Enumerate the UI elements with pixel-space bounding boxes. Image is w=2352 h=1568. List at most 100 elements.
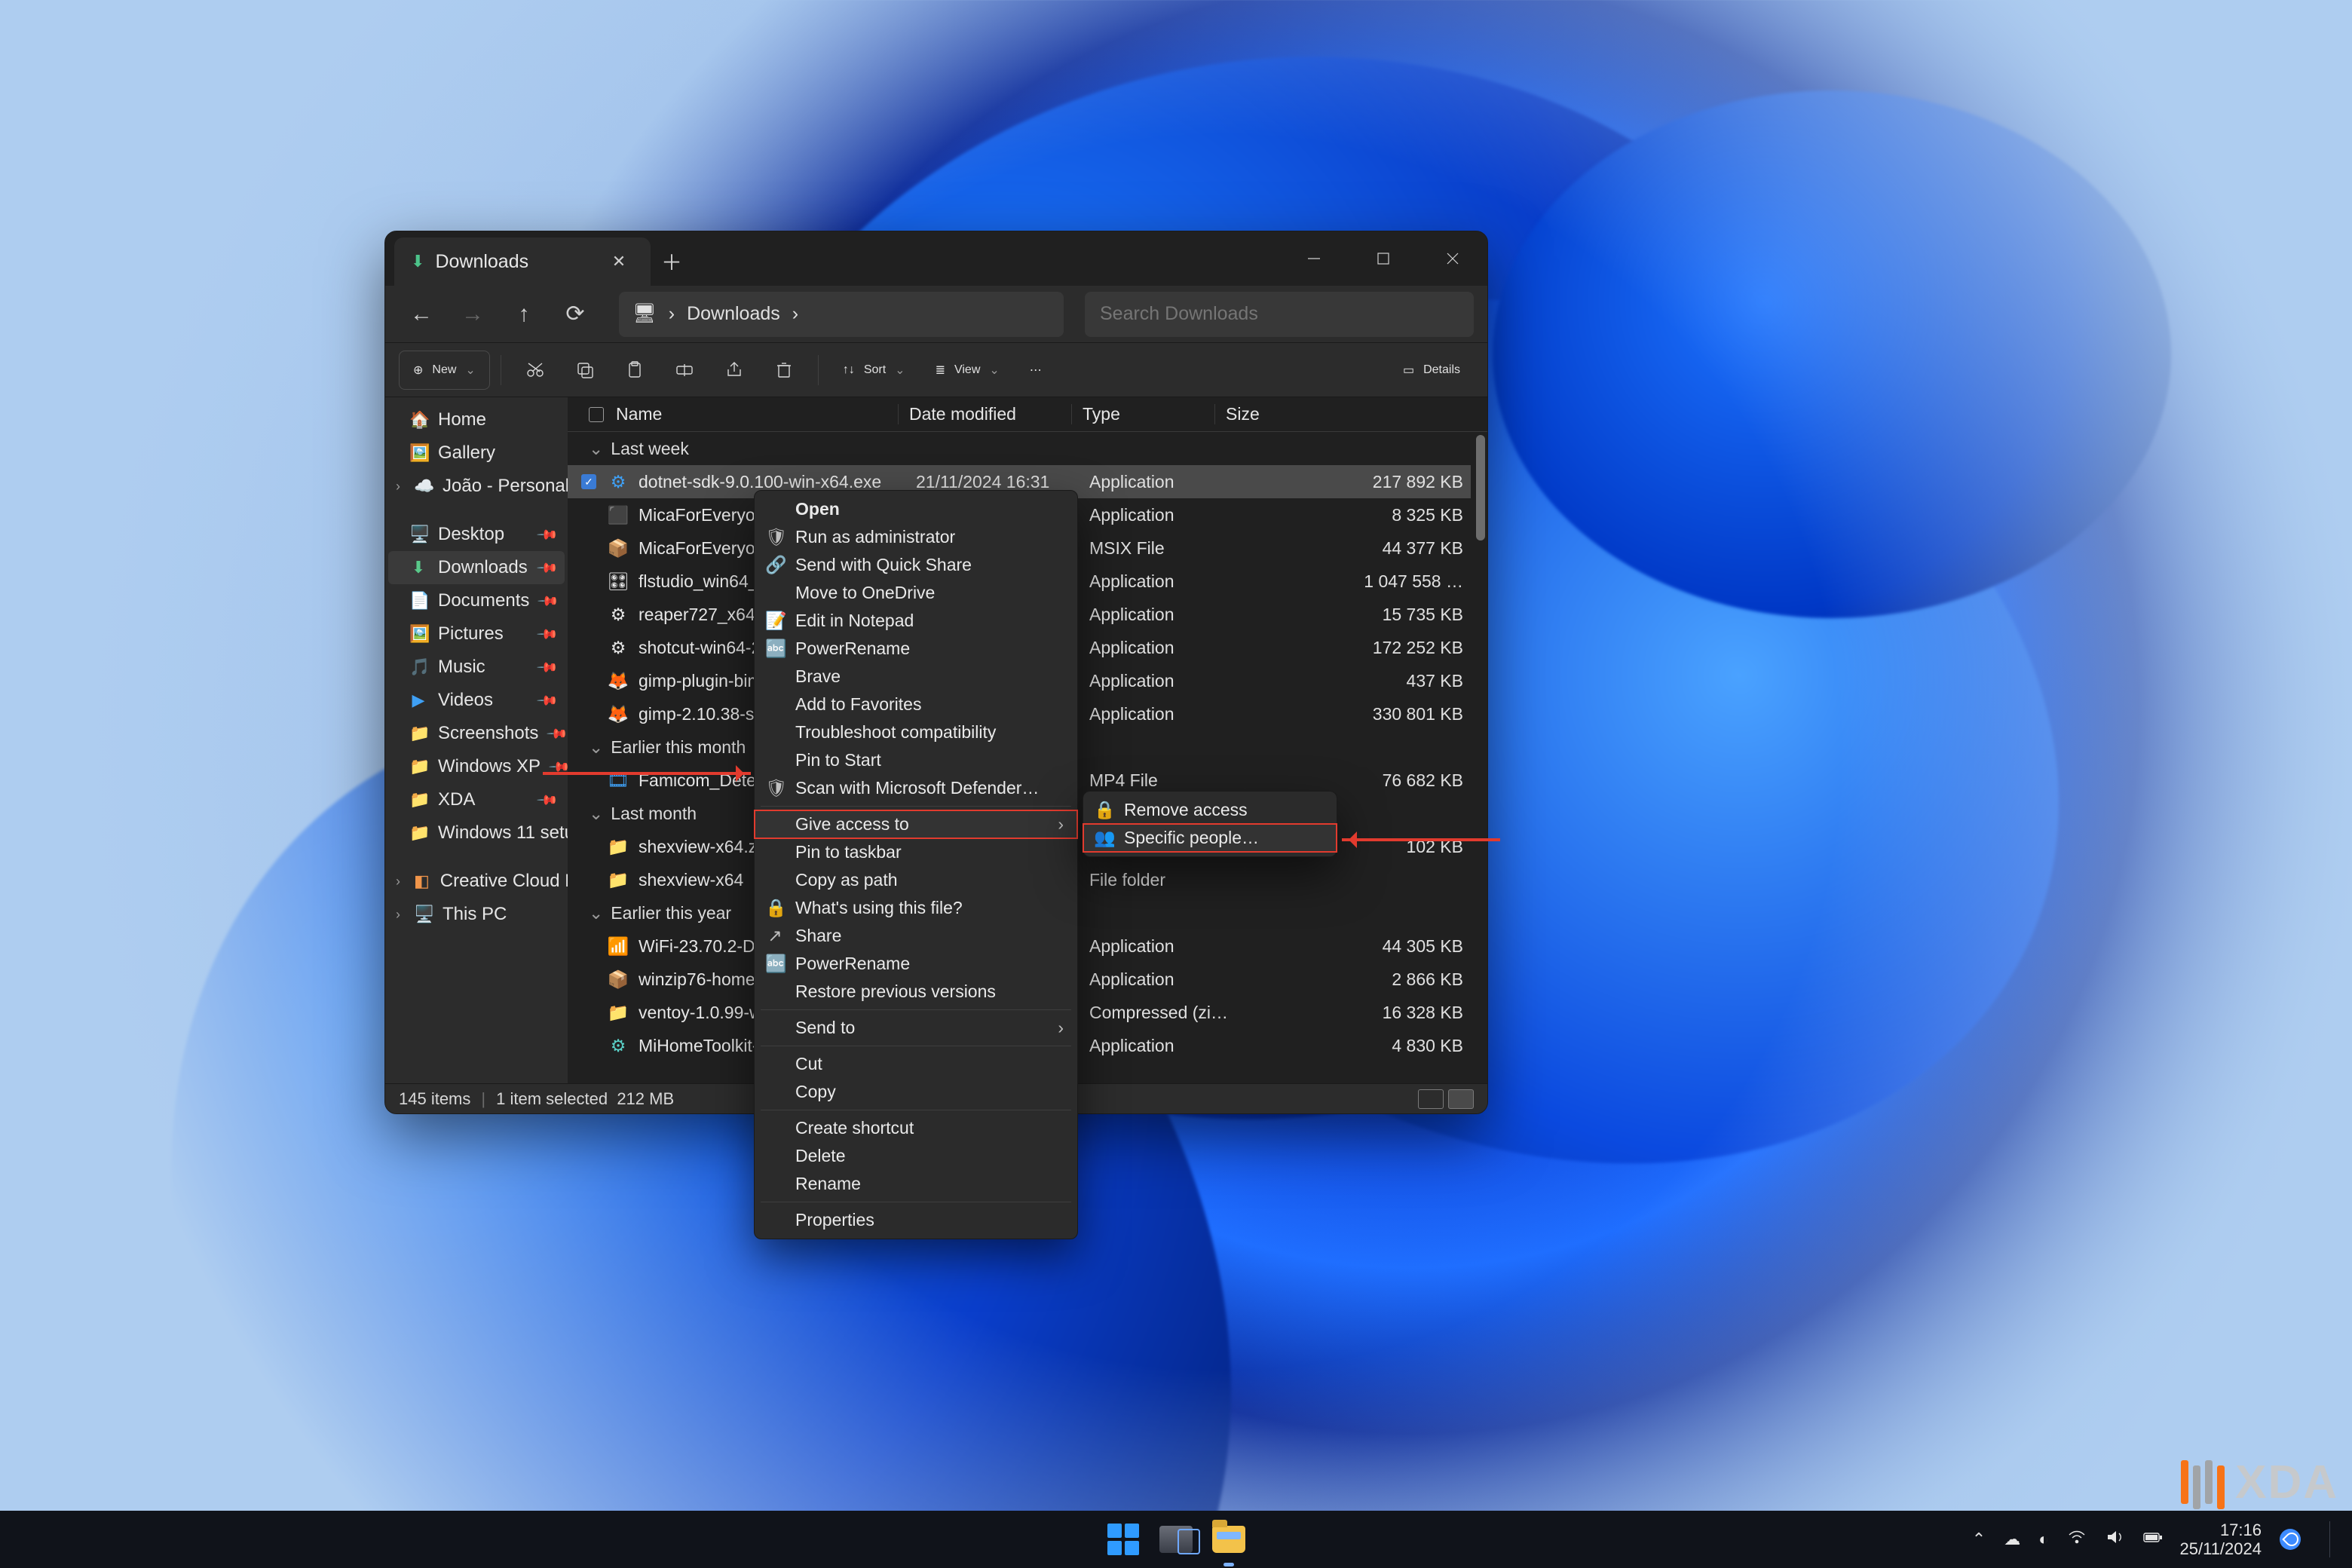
col-name[interactable]: Name [616, 404, 662, 424]
volume-tray-icon[interactable] [2105, 1527, 2124, 1551]
taskbar-clock[interactable]: 17:16 25/11/2024 [2180, 1521, 2262, 1559]
scrollbar-thumb[interactable] [1476, 435, 1485, 541]
menu-item-rename[interactable]: Rename [755, 1170, 1077, 1198]
menu-item-restore-previous-versions[interactable]: Restore previous versions [755, 978, 1077, 1006]
menu-item-powerrename[interactable]: 🔤PowerRename [755, 635, 1077, 663]
menu-item-create-shortcut[interactable]: Create shortcut [755, 1114, 1077, 1142]
refresh-button[interactable]: ⟳ [553, 292, 598, 337]
group-header[interactable]: ⌄Last week [568, 432, 1471, 465]
battery-tray-icon[interactable] [2142, 1527, 2162, 1551]
start-button[interactable] [1104, 1520, 1143, 1559]
sidebar-item-downloads[interactable]: ⬇Downloads📌 [388, 551, 565, 584]
onedrive-tray-icon[interactable]: ☁ [2004, 1530, 2020, 1549]
taskbar[interactable]: ⌃ ☁ ◐ 17:16 25/11/2024 [0, 1511, 2352, 1568]
pc-icon: 🖥️ [414, 905, 432, 924]
menu-item-delete[interactable]: Delete [755, 1142, 1077, 1170]
menu-item-move-to-onedrive[interactable]: Move to OneDrive [755, 579, 1077, 607]
column-headers[interactable]: Name Date modified Type Size [568, 397, 1487, 432]
sidebar-item-windows-11-setu[interactable]: 📁Windows 11 setu📌 [388, 816, 565, 850]
menu-glyph-icon: 🔤 [765, 639, 785, 659]
sidebar-home[interactable]: 🏠Home [388, 403, 565, 436]
tray-overflow-button[interactable]: ⌃ [1972, 1530, 1986, 1549]
view-button[interactable]: ≣View⌄ [922, 351, 1013, 390]
menu-item-copy[interactable]: Copy [755, 1078, 1077, 1106]
view-thumbnails-button[interactable] [1418, 1089, 1444, 1109]
file-type: Application [1089, 605, 1240, 625]
notifications-button[interactable] [2280, 1529, 2301, 1550]
sort-button[interactable]: ↑↓Sort⌄ [829, 351, 919, 390]
menu-item-powerrename[interactable]: 🔤PowerRename [755, 950, 1077, 978]
menu-item-copy-as-path[interactable]: Copy as path [755, 866, 1077, 894]
col-size[interactable]: Size [1226, 404, 1260, 424]
menu-item-pin-to-taskbar[interactable]: Pin to taskbar [755, 838, 1077, 866]
menu-item-open[interactable]: Open [755, 495, 1077, 523]
menu-item-send-to[interactable]: Send to› [755, 1014, 1077, 1042]
sidebar-item-pictures[interactable]: 🖼️Pictures📌 [388, 617, 565, 651]
up-button[interactable]: ↑ [501, 292, 547, 337]
new-button[interactable]: ⊕ New ⌄ [399, 351, 490, 390]
context-menu[interactable]: Open🛡Run as administrator🔗Send with Quic… [754, 490, 1078, 1239]
sidebar-item-documents[interactable]: 📄Documents📌 [388, 584, 565, 617]
menu-item-add-to-favorites[interactable]: Add to Favorites [755, 691, 1077, 718]
status-tray-icon[interactable]: ◐ [2038, 1530, 2048, 1549]
menu-item-share[interactable]: ↗Share [755, 922, 1077, 950]
menu-item-properties[interactable]: Properties [755, 1206, 1077, 1234]
xda-logo-icon [2179, 1460, 2225, 1505]
menu-item-what-s-using-this-file[interactable]: 🔒What's using this file? [755, 894, 1077, 922]
select-all-checkbox[interactable] [589, 407, 604, 422]
show-desktop-button[interactable] [2329, 1521, 2337, 1557]
menu-item-run-as-administrator[interactable]: 🛡Run as administrator [755, 523, 1077, 551]
forward-button[interactable]: → [450, 292, 495, 337]
col-type[interactable]: Type [1083, 404, 1120, 424]
new-tab-button[interactable]: ＋ [651, 237, 693, 286]
copy-button[interactable] [562, 351, 608, 390]
task-view-button[interactable] [1156, 1520, 1196, 1559]
sidebar-item-music[interactable]: 🎵Music📌 [388, 651, 565, 684]
paste-button[interactable] [611, 351, 658, 390]
sidebar-gallery[interactable]: 🖼️Gallery [388, 436, 565, 470]
breadcrumb[interactable]: 🖥 › Downloads › [619, 292, 1064, 337]
system-tray[interactable]: ⌃ ☁ ◐ 17:16 25/11/2024 [1972, 1521, 2352, 1559]
sidebar-item-windows-xp[interactable]: 📁Windows XP📌 [388, 750, 565, 783]
menu-item-send-with-quick-share[interactable]: 🔗Send with Quick Share [755, 551, 1077, 579]
menu-item-pin-to-start[interactable]: Pin to Start [755, 746, 1077, 774]
sidebar-item-videos[interactable]: ▶Videos📌 [388, 684, 565, 717]
context-submenu-give-access[interactable]: 🔒Remove access👥Specific people… [1083, 791, 1337, 857]
share-button[interactable] [711, 351, 758, 390]
menu-item-specific-people[interactable]: 👥Specific people… [1083, 824, 1337, 852]
menu-item-cut[interactable]: Cut [755, 1050, 1077, 1078]
tab-close-button[interactable]: ✕ [604, 252, 634, 271]
menu-item-troubleshoot-compatibility[interactable]: Troubleshoot compatibility [755, 718, 1077, 746]
rename-button[interactable] [661, 351, 708, 390]
row-checkbox[interactable]: ✓ [581, 474, 596, 489]
search-input[interactable] [1100, 303, 1459, 325]
breadcrumb-segment[interactable]: Downloads [687, 303, 780, 325]
sidebar-this-pc[interactable]: ›🖥️This PC [388, 898, 565, 931]
maximize-button[interactable] [1349, 231, 1418, 286]
details-button[interactable]: ▭Details [1389, 351, 1474, 390]
sidebar-onedrive[interactable]: ›☁️João - Personal [388, 470, 565, 503]
sidebar-creative-cloud[interactable]: ›◧Creative Cloud F [388, 865, 565, 898]
view-details-button[interactable] [1448, 1089, 1474, 1109]
close-button[interactable] [1418, 231, 1487, 286]
cut-button[interactable] [512, 351, 559, 390]
delete-button[interactable] [761, 351, 807, 390]
search-box[interactable] [1085, 292, 1474, 337]
sidebar-item-xda[interactable]: 📁XDA📌 [388, 783, 565, 816]
menu-item-remove-access[interactable]: 🔒Remove access [1083, 796, 1337, 824]
menu-item-edit-in-notepad[interactable]: 📝Edit in Notepad [755, 607, 1077, 635]
titlebar[interactable]: ⬇ Downloads ✕ ＋ [385, 231, 1487, 286]
back-button[interactable]: ← [399, 292, 444, 337]
wifi-tray-icon[interactable] [2067, 1527, 2087, 1551]
chevron-right-icon: › [669, 303, 675, 325]
minimize-button[interactable] [1279, 231, 1349, 286]
sidebar-item-screenshots[interactable]: 📁Screenshots📌 [388, 717, 565, 750]
more-button[interactable]: ⋯ [1016, 351, 1055, 390]
menu-item-give-access-to[interactable]: Give access to› [755, 810, 1077, 838]
menu-item-scan-with-microsoft-defender[interactable]: 🛡Scan with Microsoft Defender… [755, 774, 1077, 802]
menu-item-brave[interactable]: Brave [755, 663, 1077, 691]
col-date[interactable]: Date modified [909, 404, 1016, 424]
sidebar-item-desktop[interactable]: 🖥️Desktop📌 [388, 518, 565, 551]
taskbar-file-explorer[interactable] [1209, 1520, 1248, 1559]
tab-downloads[interactable]: ⬇ Downloads ✕ [394, 237, 651, 286]
